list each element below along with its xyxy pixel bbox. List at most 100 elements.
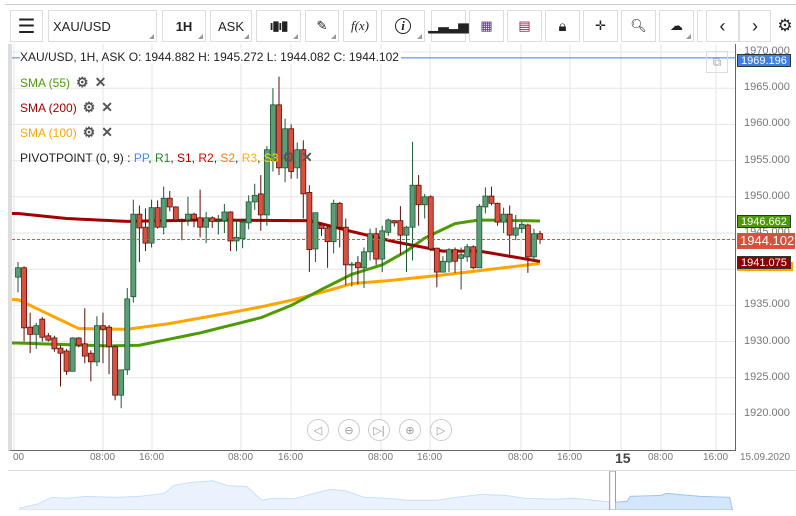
candle-body <box>306 192 313 251</box>
y-tick-label: 1955.000 <box>744 153 790 166</box>
x-tick-label: 15 <box>615 450 631 466</box>
zoom-in-button[interactable]: ⊕ <box>399 419 421 441</box>
y-tick-label: 1950.000 <box>744 189 790 202</box>
navigator-window[interactable] <box>609 471 617 510</box>
candle-body <box>69 337 76 372</box>
candle-body <box>39 318 46 338</box>
candle-body <box>464 246 471 258</box>
zoom-out-icon: ⊖ <box>344 424 354 437</box>
gear-icon[interactable]: ⚙ <box>83 99 96 116</box>
candle-body <box>45 335 52 341</box>
x-tick-label: 08:00 <box>228 452 254 463</box>
candle-body <box>470 246 477 269</box>
candle-body <box>124 298 131 371</box>
candle-body <box>63 350 70 372</box>
candle-body <box>221 211 228 222</box>
popout-button[interactable]: ⧉ <box>706 51 728 73</box>
pivot-comma: , <box>235 150 242 165</box>
sma55-price-label: 1946.662 <box>737 215 791 228</box>
candle-body <box>367 233 373 253</box>
candle-body <box>482 195 489 208</box>
skip-end-icon: ▷| <box>373 424 385 437</box>
pivot-sep: : <box>123 150 134 165</box>
candle-body <box>94 325 100 363</box>
x-tick-label: 08:00 <box>648 452 674 463</box>
pivot-r1: R1 <box>154 150 171 165</box>
x-tick-label: 08:00 <box>368 452 394 463</box>
candle-body <box>178 220 185 223</box>
x-tick-label: 16:00 <box>417 452 443 463</box>
legend-pivot: PIVOTPOINT (0, 9) : PP, R1, S1, R2, S2, … <box>20 149 313 166</box>
candle-body <box>118 369 125 396</box>
gear-icon[interactable]: ⚙ <box>83 124 96 141</box>
candle-body <box>51 337 58 350</box>
candle-body <box>452 249 458 262</box>
gear-icon[interactable]: ⚙ <box>76 74 89 91</box>
x-tick-label: 16:00 <box>278 452 304 463</box>
candle-body <box>403 226 410 236</box>
candle-body <box>439 260 446 273</box>
triangle-left-icon: ◁ <box>313 424 323 437</box>
candle-body <box>57 347 64 354</box>
candle-body <box>361 251 367 269</box>
popout-icon: ⧉ <box>712 54 722 69</box>
candle-body <box>318 224 325 230</box>
candle-body <box>330 202 337 243</box>
candle-body <box>136 213 143 229</box>
y-tick-label: 1920.000 <box>744 407 790 419</box>
candle-body <box>385 219 392 233</box>
candle-body <box>342 226 349 266</box>
pivot-pp: PP <box>133 150 149 165</box>
sma100-label: SMA (100) <box>20 125 77 140</box>
close-icon[interactable]: ✕ <box>301 149 313 166</box>
candle-body <box>87 352 94 363</box>
zoom-out-button[interactable]: ⊖ <box>338 419 360 441</box>
candle-body <box>427 196 434 250</box>
x-tick-label: 16:00 <box>139 452 165 463</box>
reset-button[interactable]: ▷| <box>368 419 390 441</box>
ohlc-readout: XAU/USD, 1H, ASK O: 1944.882 H: 1945.272… <box>20 50 401 64</box>
candle-body <box>15 267 21 278</box>
navigator-selected-area <box>615 492 734 510</box>
candle-body <box>409 184 416 228</box>
y-tick-label: 1960.000 <box>744 117 790 130</box>
candle-body <box>166 197 173 208</box>
scroll-back-button[interactable]: ◁ <box>307 419 329 441</box>
candle-body <box>227 211 234 242</box>
close-icon[interactable]: ✕ <box>101 99 113 116</box>
close-icon[interactable]: ✕ <box>101 124 113 141</box>
navigator[interactable] <box>8 470 796 510</box>
pivot-levels: PP, R1, S1, R2, S2, R3, S3 <box>134 151 279 165</box>
candle-body <box>488 195 495 204</box>
scroll-forward-button[interactable]: ▷ <box>430 419 452 441</box>
candle-body <box>75 337 82 346</box>
x-tick-label: 16:00 <box>703 452 729 463</box>
candle-body <box>172 206 179 221</box>
candle-body <box>512 227 519 236</box>
candle-body <box>239 221 246 240</box>
candle-body <box>21 267 27 329</box>
legend-sma100: SMA (100) ⚙ ✕ <box>20 124 113 141</box>
x-tick-label: 15.09.2020 <box>740 452 791 463</box>
candle-body <box>197 217 204 228</box>
close-icon[interactable]: ✕ <box>95 74 107 91</box>
pivot-comma: , <box>148 150 155 165</box>
gear-icon[interactable]: ⚙ <box>282 149 295 166</box>
candle-body <box>160 197 167 228</box>
candle-body <box>391 220 398 224</box>
legend-sma55: SMA (55) ⚙ ✕ <box>20 74 106 91</box>
pivot-label: PIVOTPOINT (0, 9) <box>20 150 124 165</box>
candle-body <box>433 247 440 273</box>
legend-sma200: SMA (200) ⚙ ✕ <box>20 99 113 116</box>
candle-body <box>458 254 465 259</box>
pivot-comma: , <box>257 150 264 165</box>
candle-body <box>112 346 119 396</box>
candle-body <box>142 226 149 244</box>
candle-body <box>245 201 252 224</box>
zoom-in-icon: ⊕ <box>405 424 415 437</box>
hline-price-label: 1969.196 <box>737 54 791 67</box>
x-tick-label: 16:00 <box>557 452 583 463</box>
candle-body <box>421 196 428 206</box>
candle-body <box>251 194 258 203</box>
candle-body <box>81 343 88 357</box>
